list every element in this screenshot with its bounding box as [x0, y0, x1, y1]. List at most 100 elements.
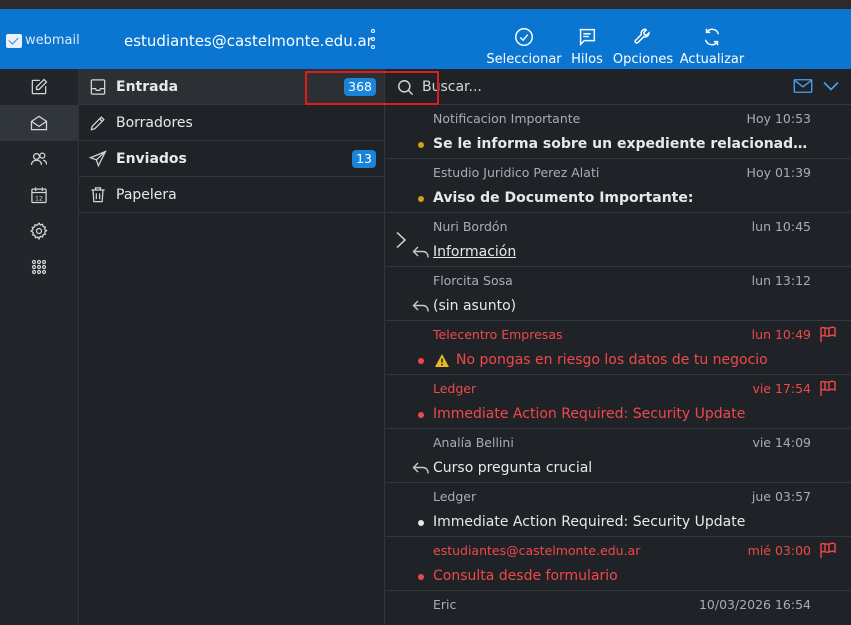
message-subject: No pongas en riesgo los datos de tu nego…	[456, 352, 768, 368]
message-subject: (sin asunto)	[433, 298, 517, 314]
flag-icon[interactable]	[819, 380, 837, 397]
folder-inbox-label: Entrada	[116, 78, 179, 95]
message-sender: Ledger	[433, 381, 477, 396]
message-date: 10/03/2026 16:54	[698, 597, 811, 612]
search-input[interactable]	[422, 77, 782, 97]
compose-icon	[31, 78, 48, 95]
folder-list: Entrada 368 Borradores Enviados 13 Papel…	[79, 69, 385, 625]
rail-apps[interactable]	[0, 249, 78, 285]
message-sender: estudiantes@castelmonte.edu.ar	[433, 543, 641, 558]
flag-icon[interactable]	[819, 326, 837, 343]
message-date: lun 10:49	[751, 327, 811, 342]
rail-settings[interactable]	[0, 213, 78, 249]
options-button[interactable]: Opciones	[612, 18, 674, 68]
select-button[interactable]: Seleccionar	[486, 18, 562, 68]
pencil-icon	[90, 115, 105, 131]
message-sender: Florcita Sosa	[433, 273, 513, 288]
threads-icon	[579, 28, 596, 47]
message-sender: Notificacion Importante	[433, 111, 581, 126]
inbox-unread-badge: 368	[344, 78, 376, 96]
folder-sent[interactable]: Enviados 13	[79, 141, 384, 177]
apps-grid-icon	[31, 259, 47, 275]
message-row[interactable]: Analía Bellini vie 14:09 Curso pregunta …	[386, 429, 851, 483]
warning-icon	[435, 354, 449, 367]
message-sender: Ledger	[433, 489, 477, 504]
threads-label: Hilos	[571, 52, 603, 67]
message-row[interactable]: Ledger jue 03:57 Immediate Action Requir…	[386, 483, 851, 537]
send-icon	[88, 149, 107, 167]
trash-icon	[91, 186, 105, 202]
message-subject: Aviso de Documento Importante:	[433, 190, 694, 206]
message-subject: Immediate Action Required: Security Upda…	[433, 406, 746, 422]
svg-text:12: 12	[35, 195, 43, 202]
contacts-icon	[30, 152, 48, 165]
message-sender: Telecentro Empresas	[433, 327, 563, 342]
message-sender: Analía Bellini	[433, 435, 514, 450]
refresh-icon	[704, 28, 720, 46]
select-label: Seleccionar	[486, 52, 562, 67]
message-row[interactable]: Eric 10/03/2026 16:54	[386, 591, 851, 625]
folder-trash[interactable]: Papelera	[79, 177, 384, 213]
message-date: Hoy 01:39	[746, 165, 811, 180]
options-label: Opciones	[612, 52, 674, 67]
folder-drafts[interactable]: Borradores	[79, 105, 384, 141]
chevron-down-icon[interactable]	[823, 80, 839, 92]
top-header: webmail estudiantes@castelmonte.edu.ar S…	[0, 0, 851, 69]
rail-mail[interactable]	[0, 105, 78, 141]
message-sender: Eric	[433, 597, 457, 612]
unread-dot	[418, 358, 424, 364]
logo-text: webmail	[25, 33, 80, 48]
refresh-button[interactable]: Actualizar	[679, 18, 745, 68]
message-row[interactable]: Estudio Juridico Perez Alati Hoy 01:39 A…	[386, 159, 851, 213]
search-icon[interactable]	[396, 78, 415, 97]
message-date: mié 03:00	[747, 543, 811, 558]
message-subject: Curso pregunta crucial	[433, 460, 593, 476]
message-row[interactable]: estudiantes@castelmonte.edu.ar mié 03:00…	[386, 537, 851, 591]
unread-dot	[418, 142, 424, 148]
message-date: Hoy 10:53	[746, 111, 811, 126]
envelope-icon[interactable]	[793, 78, 813, 94]
unread-dot	[418, 412, 424, 418]
folder-inbox[interactable]: Entrada 368	[79, 69, 384, 105]
message-list: Notificacion Importante Hoy 10:53 Se le …	[386, 69, 851, 625]
rail-contacts[interactable]	[0, 141, 78, 177]
chevron-right-icon[interactable]	[395, 231, 407, 249]
wrench-icon	[634, 28, 650, 44]
message-subject: Immediate Action Required: Security Upda…	[433, 514, 746, 530]
folder-trash-label: Papelera	[116, 186, 177, 203]
message-row[interactable]: Florcita Sosa lun 13:12 (sin asunto)	[386, 267, 851, 321]
unread-dot	[418, 520, 424, 526]
check-circle-icon	[515, 28, 533, 46]
message-sender: Estudio Juridico Perez Alati	[433, 165, 600, 180]
search-bar	[386, 69, 851, 105]
account-menu-kebab-icon[interactable]	[366, 29, 380, 51]
webmail-logo-icon	[6, 33, 22, 48]
message-subject: Información	[433, 244, 517, 260]
message-date: vie 17:54	[752, 381, 811, 396]
webmail-logo[interactable]: webmail	[6, 33, 80, 48]
message-date: vie 14:09	[752, 435, 811, 450]
message-date: lun 13:12	[751, 273, 811, 288]
rail-calendar[interactable]: 12	[0, 177, 78, 213]
flag-icon[interactable]	[819, 542, 837, 559]
mail-icon	[30, 115, 48, 131]
replied-icon	[412, 246, 429, 258]
folder-sent-label: Enviados	[116, 150, 187, 167]
message-subject: Se le informa sobre un expediente relaci…	[433, 136, 813, 152]
app-rail: 12	[0, 69, 79, 625]
replied-icon	[412, 300, 429, 312]
message-row[interactable]: Ledger vie 17:54 Immediate Action Requir…	[386, 375, 851, 429]
refresh-label: Actualizar	[679, 52, 745, 67]
message-row[interactable]: Telecentro Empresas lun 10:49 No pongas …	[386, 321, 851, 375]
account-email[interactable]: estudiantes@castelmonte.edu.ar	[124, 32, 373, 50]
calendar-icon: 12	[31, 187, 47, 204]
message-row[interactable]: Nuri Bordón lun 10:45 Información	[386, 213, 851, 267]
unread-dot	[418, 574, 424, 580]
replied-icon	[412, 462, 429, 474]
settings-icon	[30, 222, 48, 241]
message-row[interactable]: Notificacion Importante Hoy 10:53 Se le …	[386, 105, 851, 159]
threads-button[interactable]: Hilos	[570, 18, 604, 68]
message-subject: Consulta desde formulario	[433, 568, 618, 584]
rail-compose[interactable]	[0, 69, 78, 105]
message-sender: Nuri Bordón	[433, 219, 508, 234]
